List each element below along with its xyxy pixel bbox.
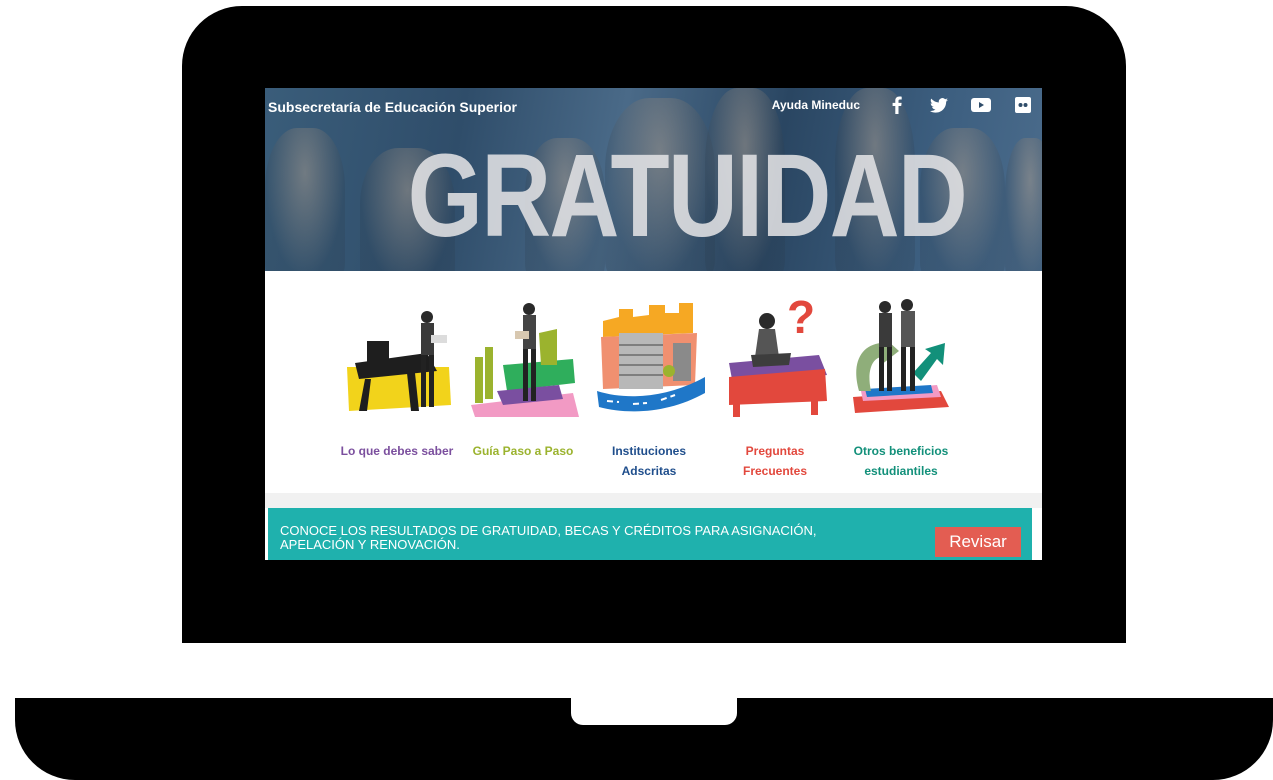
illustration-benefits-students xyxy=(841,293,961,433)
help-link[interactable]: Ayuda Mineduc xyxy=(772,98,860,112)
results-notice-bar: CONOCE LOS RESULTADOS DE GRATUIDAD, BECA… xyxy=(268,508,1032,560)
banner-photo-person xyxy=(1005,138,1042,271)
illustration-question-desk: ? xyxy=(715,291,835,433)
menu-item-label: Lo que debes saber xyxy=(340,444,454,458)
laptop-frame: GRATUIDAD Subsecretaría de Educación Sup… xyxy=(0,0,1273,780)
menu-item-preguntas-frecuentes[interactable]: ? Preguntas Frecuentes xyxy=(715,271,835,481)
hero-banner: GRATUIDAD Subsecretaría de Educación Sup… xyxy=(265,88,1042,271)
menu-item-otros-beneficios[interactable]: Otros beneficios estudiantiles xyxy=(841,271,961,481)
browser-viewport: GRATUIDAD Subsecretaría de Educación Sup… xyxy=(265,88,1042,560)
flickr-icon[interactable] xyxy=(1012,94,1034,116)
hero-title: GRATUIDAD xyxy=(407,130,968,262)
menu-item-label: Instituciones Adscritas xyxy=(611,444,686,478)
facebook-icon[interactable] xyxy=(886,94,908,116)
illustration-steps-student xyxy=(463,293,583,433)
menu-item-guia-paso-a-paso[interactable]: Guía Paso a Paso xyxy=(463,271,583,461)
main-menu: Lo que debes saber Guía Paso a Paso Inst… xyxy=(265,271,1042,493)
banner-photo-person xyxy=(265,128,345,271)
site-title[interactable]: Subsecretaría de Educación Superior xyxy=(268,99,517,115)
top-navigation: Ayuda Mineduc xyxy=(772,94,1034,116)
menu-item-instituciones-adscritas[interactable]: Instituciones Adscritas xyxy=(589,271,709,481)
illustration-buildings xyxy=(589,293,709,433)
section-divider xyxy=(265,493,1042,508)
menu-item-label: Guía Paso a Paso xyxy=(472,444,574,458)
twitter-icon[interactable] xyxy=(928,94,950,116)
menu-item-label: Otros beneficios estudiantiles xyxy=(853,444,949,478)
menu-item-lo-que-debes-saber[interactable]: Lo que debes saber xyxy=(337,271,457,461)
svg-text:?: ? xyxy=(787,293,815,343)
revisar-button[interactable]: Revisar xyxy=(935,527,1021,557)
menu-item-label: Preguntas Frecuentes xyxy=(742,444,808,478)
youtube-icon[interactable] xyxy=(970,94,992,116)
laptop-notch xyxy=(571,698,737,725)
illustration-desk-student xyxy=(337,293,457,433)
results-notice-text: CONOCE LOS RESULTADOS DE GRATUIDAD, BECA… xyxy=(280,523,817,552)
